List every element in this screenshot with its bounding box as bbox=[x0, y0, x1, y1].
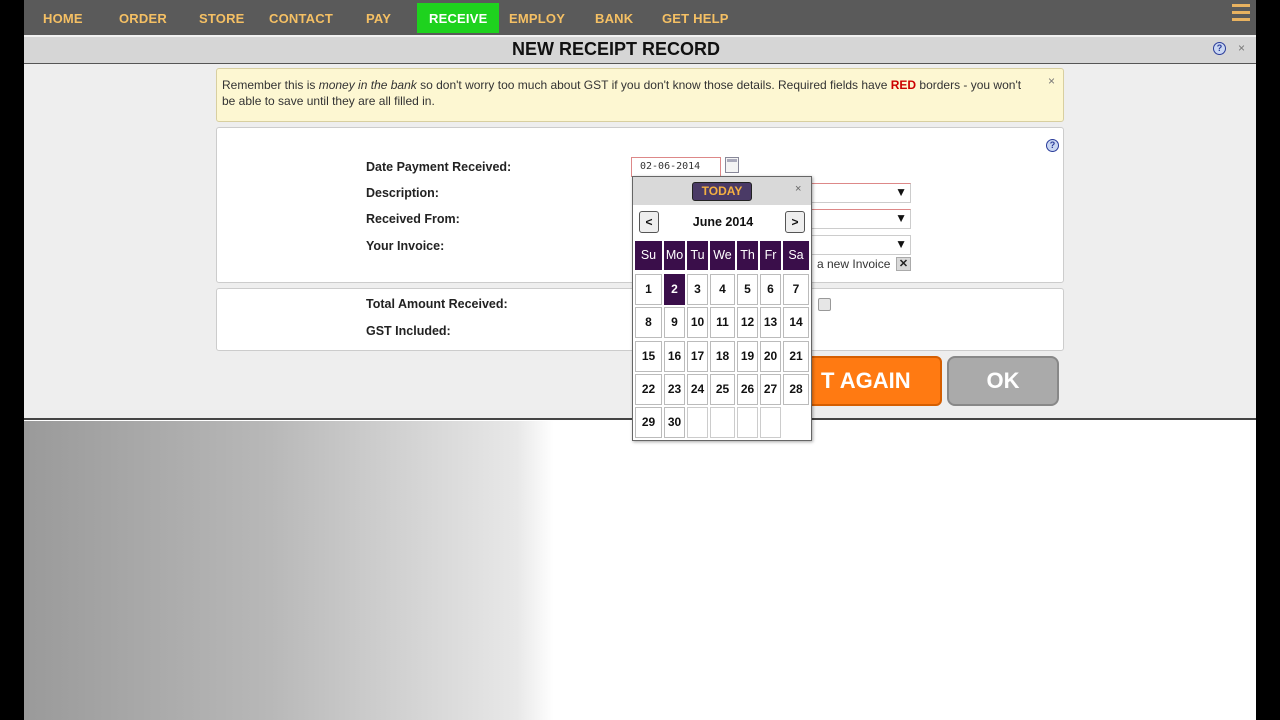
calendar-day[interactable]: 23 bbox=[664, 374, 685, 405]
calendar-day[interactable]: 8 bbox=[635, 307, 662, 338]
ok-button[interactable]: OK bbox=[947, 356, 1059, 406]
month-label: June 2014 bbox=[692, 215, 754, 229]
description-label: Description: bbox=[366, 186, 439, 200]
calendar-day[interactable]: 25 bbox=[710, 374, 735, 405]
calendar-empty-cell bbox=[687, 407, 708, 438]
close-icon[interactable]: × bbox=[1238, 41, 1245, 55]
datepicker-popup: TODAY × < June 2014 > Su Mo Tu We Th Fr … bbox=[632, 176, 812, 441]
calendar-icon[interactable] bbox=[725, 157, 739, 173]
calendar-day[interactable]: 21 bbox=[783, 341, 809, 372]
chevron-down-icon: ▼ bbox=[895, 211, 907, 225]
calendar-day[interactable]: 19 bbox=[737, 341, 758, 372]
calendar-day[interactable]: 1 bbox=[635, 274, 662, 305]
prev-month-button[interactable]: < bbox=[639, 211, 659, 233]
nav-contact[interactable]: CONTACT bbox=[263, 3, 339, 33]
notice-emphasis: money in the bank bbox=[318, 78, 417, 92]
calendar-day[interactable]: 27 bbox=[760, 374, 781, 405]
weekday-header: Sa bbox=[783, 241, 809, 270]
nav-get-help[interactable]: GET HELP bbox=[656, 3, 735, 33]
notice-text: Remember this is bbox=[222, 78, 319, 92]
chevron-down-icon: ▼ bbox=[895, 237, 907, 251]
weekday-header: We bbox=[710, 241, 735, 270]
received-from-label: Received From: bbox=[366, 212, 460, 226]
today-button[interactable]: TODAY bbox=[692, 182, 752, 201]
calendar-day[interactable]: 12 bbox=[737, 307, 758, 338]
calendar-day[interactable]: 22 bbox=[635, 374, 662, 405]
notice-close-icon[interactable]: × bbox=[1048, 73, 1055, 89]
help-icon[interactable]: ? bbox=[1046, 139, 1059, 152]
date-field[interactable]: 02-06-2014 bbox=[631, 157, 721, 177]
calendar-empty-cell bbox=[737, 407, 758, 438]
help-icon[interactable]: ? bbox=[1213, 42, 1226, 55]
calendar-day[interactable]: 30 bbox=[664, 407, 685, 438]
calendar-day[interactable]: 15 bbox=[635, 341, 662, 372]
calendar-empty-cell bbox=[760, 407, 781, 438]
nav-bank[interactable]: BANK bbox=[589, 3, 639, 33]
calendar-day[interactable]: 2 bbox=[664, 274, 685, 305]
calendar-day[interactable]: 18 bbox=[710, 341, 735, 372]
page-background bbox=[24, 421, 1256, 720]
description-field[interactable]: ▼ bbox=[809, 183, 911, 203]
notice-text: so don't worry too much about GST if you… bbox=[416, 78, 891, 92]
nav-home[interactable]: HOME bbox=[37, 3, 89, 33]
nav-pay[interactable]: PAY bbox=[360, 3, 397, 33]
app-window: HOME ORDER STORE CONTACT PAY RECEIVE EMP… bbox=[24, 0, 1256, 720]
hamburger-icon[interactable] bbox=[1232, 4, 1250, 24]
calendar-empty-cell bbox=[710, 407, 735, 438]
chevron-down-icon: ▼ bbox=[895, 185, 907, 199]
calendar-day[interactable]: 14 bbox=[783, 307, 809, 338]
invoice-label: Your Invoice: bbox=[366, 239, 445, 253]
info-notice: Remember this is money in the bank so do… bbox=[216, 68, 1064, 122]
new-invoice-text: a new Invoice bbox=[817, 257, 891, 271]
calendar-day[interactable]: 16 bbox=[664, 341, 685, 372]
save-and-start-again-button[interactable]: T AGAIN bbox=[794, 356, 942, 406]
notice-red-word: RED bbox=[890, 78, 917, 92]
weekday-header: Th bbox=[737, 241, 758, 270]
top-nav: HOME ORDER STORE CONTACT PAY RECEIVE EMP… bbox=[24, 0, 1256, 35]
weekday-header: Mo bbox=[664, 241, 685, 270]
calendar-day[interactable]: 28 bbox=[783, 374, 809, 405]
calendar-day[interactable]: 17 bbox=[687, 341, 708, 372]
title-bar: NEW RECEIPT RECORD ? × bbox=[24, 35, 1256, 64]
calendar-day[interactable]: 10 bbox=[687, 307, 708, 338]
gst-included-label: GST Included: bbox=[366, 324, 451, 338]
invoice-select[interactable]: ▼ bbox=[809, 235, 911, 255]
calendar-day[interactable]: 29 bbox=[635, 407, 662, 438]
weekday-header: Tu bbox=[687, 241, 708, 270]
calendar-day[interactable]: 3 bbox=[687, 274, 708, 305]
datepicker-close-icon[interactable]: × bbox=[795, 183, 801, 195]
date-label: Date Payment Received: bbox=[366, 160, 512, 174]
received-from-select[interactable]: ▼ bbox=[809, 209, 911, 229]
calendar-day[interactable]: 13 bbox=[760, 307, 781, 338]
calendar-day[interactable]: 4 bbox=[710, 274, 735, 305]
nav-receive[interactable]: RECEIVE bbox=[417, 3, 500, 33]
gst-checkbox[interactable] bbox=[818, 298, 831, 311]
total-amount-label: Total Amount Received: bbox=[366, 297, 508, 311]
nav-store[interactable]: STORE bbox=[193, 3, 251, 33]
calendar-day[interactable]: 26 bbox=[737, 374, 758, 405]
calendar-day[interactable]: 5 bbox=[737, 274, 758, 305]
calendar-day[interactable]: 6 bbox=[760, 274, 781, 305]
nav-employ[interactable]: EMPLOY bbox=[503, 3, 571, 33]
datepicker-header: TODAY × bbox=[633, 177, 811, 205]
clear-invoice-button[interactable]: ✕ bbox=[896, 257, 911, 271]
nav-order[interactable]: ORDER bbox=[113, 3, 173, 33]
calendar-day[interactable]: 11 bbox=[710, 307, 735, 338]
weekday-header: Fr bbox=[760, 241, 781, 270]
calendar-day[interactable]: 9 bbox=[664, 307, 685, 338]
weekday-header: Su bbox=[635, 241, 662, 270]
calendar-day[interactable]: 7 bbox=[783, 274, 809, 305]
calendar-day[interactable]: 20 bbox=[760, 341, 781, 372]
next-month-button[interactable]: > bbox=[785, 211, 805, 233]
calendar-day[interactable]: 24 bbox=[687, 374, 708, 405]
page-title: NEW RECEIPT RECORD bbox=[511, 39, 720, 59]
